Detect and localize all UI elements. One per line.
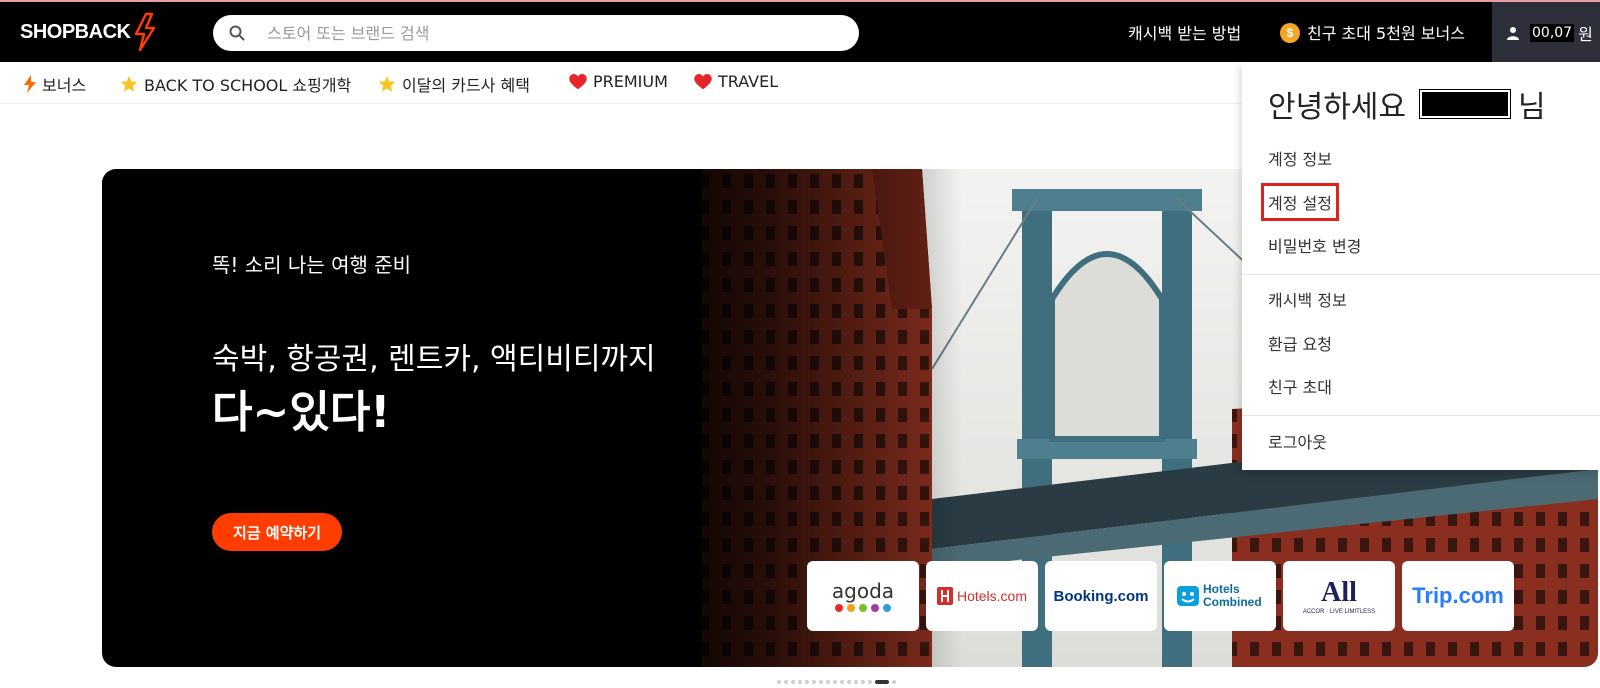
menu-invite-friends[interactable]: 친구 초대 <box>1268 374 1332 398</box>
carousel-dot[interactable] <box>805 680 809 684</box>
heart-icon <box>694 73 712 89</box>
account-dropdown: 안녕하세요 님 계정 정보 계정 설정 비밀번호 변경 캐시백 정보 환급 요청… <box>1242 62 1600 470</box>
carousel-dot[interactable] <box>812 680 816 684</box>
nav-item-label: PREMIUM <box>593 72 668 91</box>
logo-text: SHOPBACK <box>20 20 131 43</box>
account-menu-button[interactable]: 00,07 원 <box>1492 2 1600 64</box>
menu-divider <box>1242 274 1600 275</box>
nav-item-card-benefits[interactable]: 이달의 카드사 혜택 <box>378 72 530 96</box>
partner-accor-all[interactable]: All ACCOR · LIVE LIMITLESS <box>1283 561 1395 631</box>
menu-refund-request[interactable]: 환급 요청 <box>1268 331 1332 355</box>
cashback-amount: 00,07 <box>1530 24 1575 42</box>
partner-name: Hotels.com <box>956 588 1028 604</box>
carousel-dot[interactable] <box>840 680 844 684</box>
book-now-button[interactable]: 지금 예약하기 <box>212 513 342 551</box>
nav-item-label: 이달의 카드사 혜택 <box>402 76 530 95</box>
carousel-dot[interactable] <box>854 680 858 684</box>
banner-eyebrow: 똑! 소리 나는 여행 준비 <box>212 253 412 277</box>
menu-divider <box>1242 415 1600 416</box>
partner-booking-com[interactable]: Booking.com <box>1045 561 1157 631</box>
search-bar[interactable] <box>213 15 859 51</box>
top-header: SHOPBACK 캐시백 받는 방법 $ 친구 초대 5천원 보너스 00,07… <box>0 0 1600 64</box>
nav-item-bonus[interactable]: 보너스 <box>24 72 86 96</box>
partner-trip-com[interactable]: Trip.com <box>1402 561 1514 631</box>
menu-account-info[interactable]: 계정 정보 <box>1268 146 1332 170</box>
search-input[interactable] <box>267 23 827 43</box>
partner-subtitle: ACCOR · LIVE LIMITLESS <box>1302 609 1376 615</box>
star-icon <box>120 75 138 92</box>
coin-icon: $ <box>1280 23 1300 43</box>
hotels-combined-icon <box>1177 586 1199 606</box>
greeting: 안녕하세요 님 <box>1268 82 1546 126</box>
menu-logout[interactable]: 로그아웃 <box>1268 429 1327 453</box>
nav-item-label: 보너스 <box>42 76 87 95</box>
carousel-dot[interactable] <box>791 680 795 684</box>
hotels-com-h-icon <box>936 587 953 605</box>
carousel-dot[interactable] <box>784 680 788 684</box>
search-icon <box>229 25 245 41</box>
partner-name: Booking.com <box>1053 587 1149 605</box>
partner-name: Trip.com <box>1412 583 1504 608</box>
invite-bonus-link[interactable]: 친구 초대 5천원 보너스 <box>1307 20 1465 44</box>
carousel-dot[interactable] <box>826 680 830 684</box>
partner-name: All <box>1321 577 1357 608</box>
carousel-dot[interactable] <box>798 680 802 684</box>
carousel-dots <box>777 680 896 684</box>
bolt-icon <box>24 75 36 93</box>
greeting-suffix: 님 <box>1518 90 1546 125</box>
carousel-dot[interactable] <box>833 680 837 684</box>
carousel-dot[interactable] <box>868 680 872 684</box>
carousel-dot[interactable] <box>875 680 889 684</box>
nav-item-label: BACK TO SCHOOL 쇼핑개학 <box>144 76 352 95</box>
how-to-cashback-link[interactable]: 캐시백 받는 방법 <box>1128 20 1241 44</box>
shopback-logo[interactable]: SHOPBACK <box>20 12 158 52</box>
banner-headline-2: 다~있다! <box>212 387 391 438</box>
partner-hotels-com[interactable]: Hotels.com <box>926 561 1038 631</box>
redacted-username <box>1419 89 1511 119</box>
partner-logos: agoda Hotels.com Booking.com Hotels Comb… <box>807 561 1514 631</box>
carousel-dot[interactable] <box>777 680 781 684</box>
nav-item-label: TRAVEL <box>718 72 779 91</box>
menu-cashback-info[interactable]: 캐시백 정보 <box>1268 287 1347 311</box>
partner-name: Hotels Combined <box>1203 582 1262 609</box>
banner-headline-1: 숙박, 항공권, 렌트카, 액티비티까지 <box>212 342 656 377</box>
carousel-dot[interactable] <box>861 680 865 684</box>
carousel-dot[interactable] <box>892 680 896 684</box>
user-icon <box>1507 27 1519 40</box>
nav-item-premium[interactable]: PREMIUM <box>569 72 668 91</box>
menu-account-settings[interactable]: 계정 설정 <box>1261 183 1339 221</box>
nav-item-back-to-school[interactable]: BACK TO SCHOOL 쇼핑개학 <box>120 72 351 96</box>
partner-agoda[interactable]: agoda <box>807 561 919 631</box>
partner-hotels-combined[interactable]: Hotels Combined <box>1164 561 1276 631</box>
won-unit: 원 <box>1578 25 1593 44</box>
heart-icon <box>569 73 587 89</box>
nav-item-travel[interactable]: TRAVEL <box>694 72 778 91</box>
carousel-dot[interactable] <box>819 680 823 684</box>
greeting-prefix: 안녕하세요 <box>1268 90 1406 125</box>
carousel-dot[interactable] <box>847 680 851 684</box>
logo-bolt-icon <box>135 12 156 52</box>
menu-change-password[interactable]: 비밀번호 변경 <box>1268 233 1361 257</box>
star-icon <box>378 75 396 92</box>
partner-name: agoda <box>831 579 895 603</box>
agoda-dots-icon <box>835 604 891 612</box>
